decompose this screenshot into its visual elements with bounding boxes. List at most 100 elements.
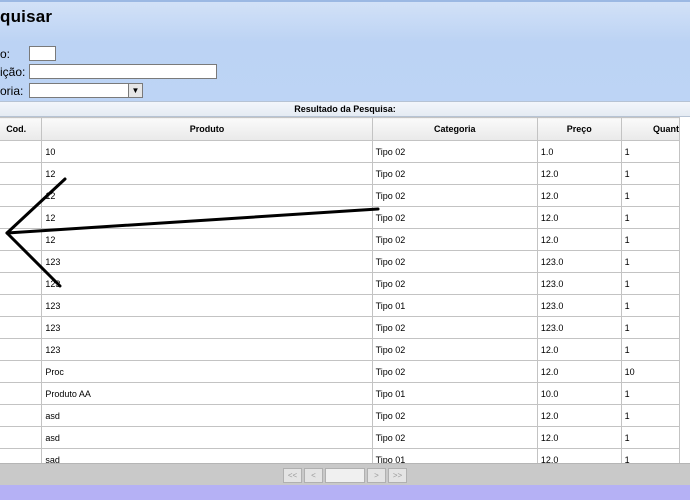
description-input[interactable] (29, 64, 217, 79)
cell-categoria: Tipo 02 (371, 140, 538, 163)
column-header-preco[interactable]: Preço (536, 117, 622, 141)
table-row[interactable]: 5Produto AATipo 0110.01 (0, 382, 681, 405)
description-row: ição: (0, 64, 220, 80)
cell-quant: 1 (620, 426, 681, 449)
grid-footer: << < > >> (0, 463, 690, 486)
cell-produto: 123 (41, 272, 373, 295)
last-page-button[interactable]: >> (388, 468, 407, 483)
prev-page-button[interactable]: < (304, 468, 323, 483)
table-row[interactable]: 12 Tipo 02 12.0 1 (0, 206, 681, 229)
cell-quant: 1 (620, 316, 681, 339)
cell-cod (0, 294, 43, 317)
cell-preco: 123.0 (536, 294, 622, 317)
table-row[interactable]: 123 Tipo 02 123.0 1 (0, 316, 681, 339)
cell-preco: 12.0 (536, 206, 622, 229)
table-row[interactable]: Proc Tipo 02 12.0 10 (0, 360, 681, 383)
code-row: o: (0, 46, 60, 62)
cell-preco: 12.0 (536, 338, 622, 361)
cell-cod: 7 (0, 250, 43, 273)
cell-cod (0, 206, 43, 229)
cell-quant: 1 (620, 404, 681, 427)
cell-cod: 6 (0, 426, 43, 449)
cell-cod: 8 (0, 404, 43, 427)
cell-categoria: Tipo 02 (371, 184, 538, 207)
cell-produto: Proc (41, 360, 373, 383)
cell-preco: 12.0 (536, 184, 622, 207)
page-title: quisar (0, 7, 53, 26)
cell-categoria: Tipo 01 (371, 294, 538, 317)
table-row[interactable]: 12 Tipo 02 12.0 1 (0, 228, 681, 251)
cell-preco: 12.0 (536, 426, 622, 449)
table-row[interactable]: 123 Tipo 01 123.0 1 (0, 294, 681, 317)
cell-produto: Produto AA (41, 382, 373, 405)
cell-preco: 12.0 (536, 404, 622, 427)
cell-preco: 123.0 (536, 250, 622, 273)
cell-produto: 123 (41, 294, 373, 317)
table-row[interactable]: 7123Tipo 02123.01 (0, 250, 681, 273)
results-body: 210Tipo 021.0112Tipo 0212.0112Tipo 0212.… (0, 140, 681, 471)
table-row[interactable]: 12 Tipo 02 12.0 1 (0, 184, 681, 207)
cell-produto: 123 (41, 250, 373, 273)
cell-cod (0, 338, 43, 361)
cell-produto: 123 (41, 316, 373, 339)
cell-cod: 5 (0, 382, 43, 405)
cell-produto: 12 (41, 162, 373, 185)
table-row[interactable]: 210Tipo 021.01 (0, 140, 681, 163)
cell-quant: 1 (620, 382, 681, 405)
cell-quant: 1 (620, 140, 681, 163)
cell-categoria: Tipo 02 (371, 206, 538, 229)
cell-categoria: Tipo 01 (371, 382, 538, 405)
cell-preco: 12.0 (536, 162, 622, 185)
column-header-produto[interactable]: Produto (41, 117, 373, 141)
cell-quant: 1 (620, 228, 681, 251)
page-number-input[interactable] (325, 468, 365, 483)
cell-produto: 12 (41, 206, 373, 229)
cell-preco: 1.0 (536, 140, 622, 163)
cell-categoria: Tipo 02 (371, 360, 538, 383)
cell-categoria: Tipo 02 (371, 316, 538, 339)
cell-categoria: Tipo 02 (371, 162, 538, 185)
cell-preco: 123.0 (536, 316, 622, 339)
column-header-categoria[interactable]: Categoria (371, 117, 538, 141)
cell-preco: 12.0 (536, 228, 622, 251)
cell-quant: 1 (620, 250, 681, 273)
cell-quant: 1 (620, 162, 681, 185)
category-label: oria: (0, 84, 24, 98)
cell-preco: 123.0 (536, 272, 622, 295)
results-title: Resultado da Pesquisa: (0, 101, 690, 117)
table-row[interactable]: 12 Tipo 02 12.0 1 (0, 162, 681, 185)
cell-cod (0, 316, 43, 339)
results-table: Cod. Produto Categoria Preço Quant 210Ti… (0, 117, 681, 471)
code-input[interactable] (29, 46, 56, 61)
column-header-cod[interactable]: Cod. (0, 117, 43, 141)
cell-produto: 12 (41, 228, 373, 251)
cell-cod (0, 272, 43, 295)
code-label: o: (0, 47, 11, 61)
table-row[interactable]: 8asdTipo 0212.01 (0, 404, 681, 427)
table-row[interactable]: 6asdTipo 0212.01 (0, 426, 681, 449)
first-page-button[interactable]: << (283, 468, 302, 483)
cell-cod (0, 228, 43, 251)
cell-quant: 1 (620, 294, 681, 317)
next-page-button[interactable]: > (367, 468, 386, 483)
category-select[interactable]: ▼ (29, 83, 143, 98)
cell-produto: 12 (41, 184, 373, 207)
table-row[interactable]: 123 Tipo 02 123.0 1 (0, 272, 681, 295)
cell-produto: asd (41, 426, 373, 449)
cell-preco: 10.0 (536, 382, 622, 405)
cell-quant: 1 (620, 184, 681, 207)
cell-categoria: Tipo 02 (371, 404, 538, 427)
column-header-quant[interactable]: Quant (620, 117, 681, 141)
cell-categoria: Tipo 02 (371, 228, 538, 251)
cell-cod (0, 360, 43, 383)
cell-cod (0, 184, 43, 207)
table-row[interactable]: 123 Tipo 02 12.0 1 (0, 338, 681, 361)
cell-quant: 1 (620, 206, 681, 229)
cell-categoria: Tipo 02 (371, 272, 538, 295)
cell-produto: 10 (41, 140, 373, 163)
cell-preco: 12.0 (536, 360, 622, 383)
bottom-bar (0, 485, 690, 500)
cell-categoria: Tipo 02 (371, 338, 538, 361)
chevron-down-icon[interactable]: ▼ (128, 84, 142, 97)
cell-cod (0, 162, 43, 185)
